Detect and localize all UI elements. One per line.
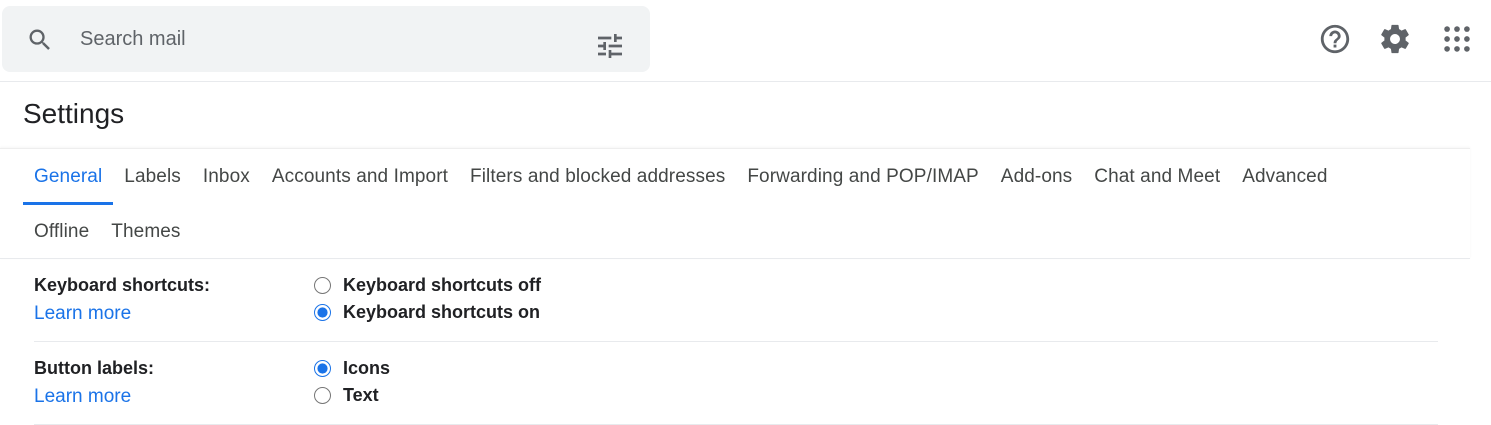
keyboard-shortcuts-on-option[interactable]: Keyboard shortcuts on bbox=[314, 302, 540, 323]
keyboard-shortcuts-off-option[interactable]: Keyboard shortcuts off bbox=[314, 275, 541, 296]
keyboard-shortcuts-label: Keyboard shortcuts: bbox=[34, 275, 211, 295]
page-title: Settings bbox=[23, 98, 125, 129]
keyboard-shortcuts-section: Keyboard shortcuts: Learn more Keyboard … bbox=[34, 259, 1438, 342]
help-icon[interactable] bbox=[1318, 22, 1352, 56]
tab-forwarding-and-pop-imap[interactable]: Forwarding and POP/IMAP bbox=[736, 149, 989, 205]
tab-accounts-and-import[interactable]: Accounts and Import bbox=[261, 149, 459, 205]
button-labels-section: Button labels: Learn more Icons Text bbox=[34, 342, 1438, 425]
option-label: Keyboard shortcuts off bbox=[343, 275, 542, 295]
tab-themes[interactable]: Themes bbox=[100, 205, 191, 259]
tune-icon[interactable] bbox=[594, 30, 626, 62]
tab-add-ons[interactable]: Add-ons bbox=[990, 149, 1083, 205]
top-bar bbox=[0, 0, 1491, 82]
button-labels-icons-option[interactable]: Icons bbox=[314, 358, 390, 379]
tab-general[interactable]: General bbox=[23, 149, 114, 205]
option-label: Text bbox=[343, 385, 379, 405]
tab-advanced[interactable]: Advanced bbox=[1231, 149, 1338, 205]
tab-inbox[interactable]: Inbox bbox=[192, 149, 261, 205]
apps-icon[interactable] bbox=[1440, 22, 1474, 56]
keyboard-shortcuts-off-radio[interactable] bbox=[314, 277, 331, 294]
button-labels-text-option[interactable]: Text bbox=[314, 385, 379, 406]
option-label: Keyboard shortcuts on bbox=[343, 302, 541, 322]
button-labels-text-radio[interactable] bbox=[314, 387, 331, 404]
tab-filters-and-blocked-addresses[interactable]: Filters and blocked addresses bbox=[459, 149, 736, 205]
option-label: Icons bbox=[343, 358, 391, 378]
search-input[interactable] bbox=[80, 24, 560, 54]
gear-icon[interactable] bbox=[1378, 22, 1412, 56]
keyboard-shortcuts-on-radio[interactable] bbox=[314, 304, 331, 321]
tab-labels[interactable]: Labels bbox=[113, 149, 192, 205]
tab-row: General Labels Inbox Accounts and Import… bbox=[23, 149, 1339, 205]
settings-tabs: General Labels Inbox Accounts and Import… bbox=[0, 148, 1470, 259]
search-icon[interactable] bbox=[26, 26, 54, 54]
keyboard-shortcuts-learn-more-link[interactable]: Learn more bbox=[34, 303, 131, 325]
button-labels-learn-more-link[interactable]: Learn more bbox=[34, 386, 131, 408]
tab-chat-and-meet[interactable]: Chat and Meet bbox=[1083, 149, 1231, 205]
tab-row: Offline Themes bbox=[23, 205, 192, 259]
search-bar[interactable] bbox=[2, 6, 650, 72]
button-labels-icons-radio[interactable] bbox=[314, 360, 331, 377]
tab-offline[interactable]: Offline bbox=[23, 205, 100, 259]
button-labels-label: Button labels: bbox=[34, 358, 154, 378]
